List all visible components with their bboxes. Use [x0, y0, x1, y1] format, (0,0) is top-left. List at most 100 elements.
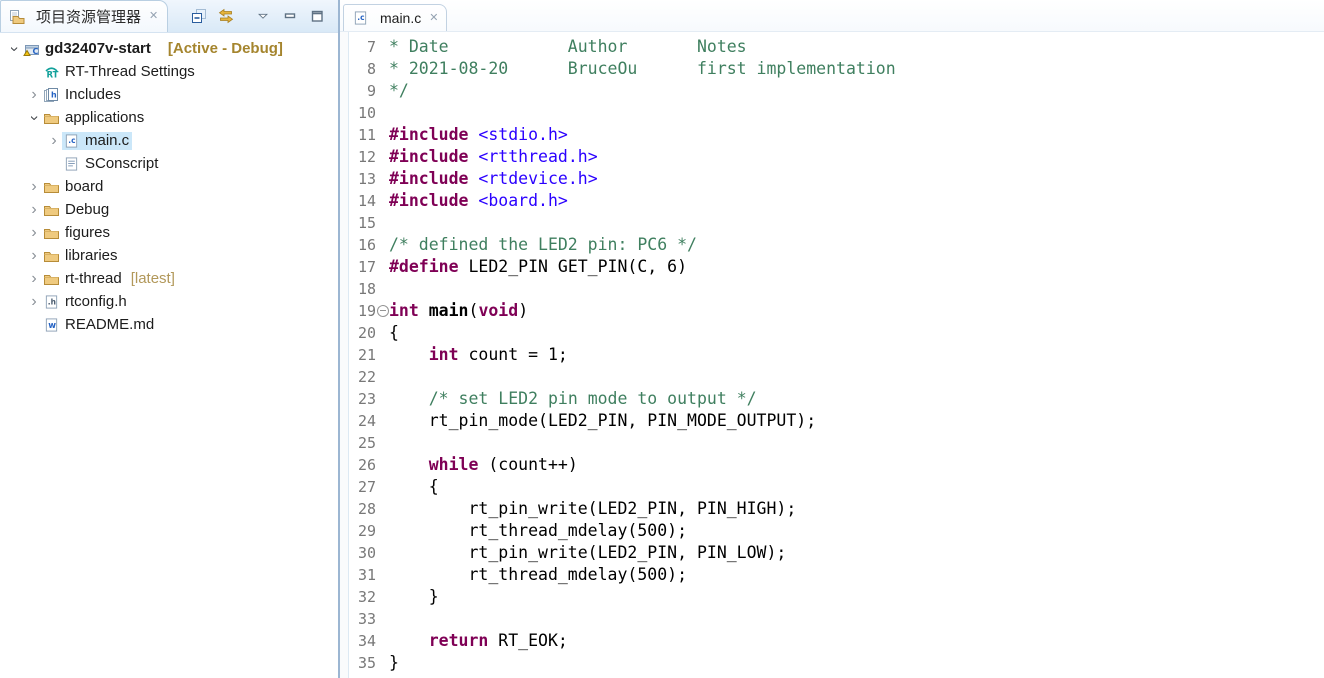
chevron-collapsed-icon[interactable]: ›	[26, 248, 42, 264]
code-text[interactable]: rt_thread_mdelay(500);	[389, 564, 687, 586]
code-line-9[interactable]: 9*/	[340, 80, 1324, 102]
view-menu-button[interactable]	[254, 7, 272, 25]
chevron-collapsed-icon[interactable]: ›	[26, 179, 42, 195]
tab-project-explorer[interactable]: 项目资源管理器 ✕	[0, 0, 168, 32]
code-line-21[interactable]: 21 int count = 1;	[340, 344, 1324, 366]
code-text[interactable]: rt_pin_mode(LED2_PIN, PIN_MODE_OUTPUT);	[389, 410, 816, 432]
chevron-collapsed-icon[interactable]: ›	[26, 271, 42, 287]
folder-icon	[43, 202, 60, 218]
close-icon[interactable]: ✕	[149, 11, 158, 22]
folder-icon	[43, 110, 60, 126]
code-text[interactable]: */	[389, 80, 409, 102]
code-line-31[interactable]: 31 rt_thread_mdelay(500);	[340, 564, 1324, 586]
code-text[interactable]: rt_thread_mdelay(500);	[389, 520, 687, 542]
code-line-33[interactable]: 33	[340, 608, 1324, 630]
chevron-expanded-icon[interactable]: ›	[6, 41, 22, 57]
tree-item-label: rtconfig.h	[65, 294, 127, 309]
code-text[interactable]: int main(void)	[389, 300, 528, 322]
tree-item-label: libraries	[65, 248, 118, 263]
code-text[interactable]: rt_pin_write(LED2_PIN, PIN_HIGH);	[389, 498, 796, 520]
chevron-collapsed-icon[interactable]: ›	[26, 87, 42, 103]
link-with-editor-button[interactable]	[217, 7, 235, 25]
svg-text:.h: .h	[48, 297, 56, 306]
code-line-28[interactable]: 28 rt_pin_write(LED2_PIN, PIN_HIGH);	[340, 498, 1324, 520]
code-line-32[interactable]: 32 }	[340, 586, 1324, 608]
code-line-23[interactable]: 23 /* set LED2 pin mode to output */	[340, 388, 1324, 410]
code-editor[interactable]: 7* Date Author Notes8* 2021-08-20 BruceO…	[340, 32, 1324, 678]
tree-item-core: Debug	[42, 201, 112, 219]
minimize-button[interactable]	[281, 7, 299, 25]
tree-item-gd32407v-start[interactable]: ›Cgd32407v-start[Active - Debug]	[0, 37, 338, 60]
tab-main-c[interactable]: .c main.c ✕	[343, 4, 447, 31]
code-text[interactable]: return RT_EOK;	[389, 630, 568, 652]
tree-item-sconscript[interactable]: ›SConscript	[0, 152, 338, 175]
code-line-27[interactable]: 27 {	[340, 476, 1324, 498]
code-line-8[interactable]: 8* 2021-08-20 BruceOu first implementati…	[340, 58, 1324, 80]
chevron-collapsed-icon[interactable]: ›	[26, 225, 42, 241]
code-text[interactable]: int count = 1;	[389, 344, 568, 366]
code-text[interactable]: * 2021-08-20 BruceOu first implementatio…	[389, 58, 896, 80]
line-number: 11	[349, 126, 376, 144]
tree-item-libraries[interactable]: › libraries	[0, 244, 338, 267]
tree-item-includes[interactable]: ›hIncludes	[0, 83, 338, 106]
line-number: 27	[349, 478, 376, 496]
code-text[interactable]: #define LED2_PIN GET_PIN(C, 6)	[389, 256, 687, 278]
tree-item-board[interactable]: ›board	[0, 175, 338, 198]
tree-item-applications[interactable]: ›applications	[0, 106, 338, 129]
code-line-13[interactable]: 13#include <rtdevice.h>	[340, 168, 1324, 190]
code-line-22[interactable]: 22	[340, 366, 1324, 388]
code-text[interactable]: #include <rtthread.h>	[389, 146, 598, 168]
code-line-25[interactable]: 25	[340, 432, 1324, 454]
tree-item-rtconfig-h[interactable]: › .h rtconfig.h	[0, 290, 338, 313]
line-number: 21	[349, 346, 376, 364]
code-line-7[interactable]: 7* Date Author Notes	[340, 36, 1324, 58]
code-line-35[interactable]: 35}	[340, 652, 1324, 674]
code-line-16[interactable]: 16/* defined the LED2 pin: PC6 */	[340, 234, 1324, 256]
code-line-29[interactable]: 29 rt_thread_mdelay(500);	[340, 520, 1324, 542]
chevron-expanded-icon[interactable]: ›	[26, 110, 42, 126]
chevron-collapsed-icon[interactable]: ›	[26, 202, 42, 218]
fold-column	[376, 305, 389, 317]
code-text[interactable]: rt_pin_write(LED2_PIN, PIN_LOW);	[389, 542, 786, 564]
code-text[interactable]: /* set LED2 pin mode to output */	[389, 388, 757, 410]
code-text[interactable]: while (count++)	[389, 454, 578, 476]
code-text[interactable]: {	[389, 322, 399, 344]
code-line-10[interactable]: 10	[340, 102, 1324, 124]
tree-item-debug[interactable]: ›Debug	[0, 198, 338, 221]
collapse-all-button[interactable]	[190, 7, 208, 25]
project-explorer-tab-label: 项目资源管理器	[36, 6, 141, 27]
maximize-button[interactable]	[308, 7, 326, 25]
code-text[interactable]: /* defined the LED2 pin: PC6 */	[389, 234, 697, 256]
tree-item-figures[interactable]: ›figures	[0, 221, 338, 244]
code-line-18[interactable]: 18	[340, 278, 1324, 300]
code-line-15[interactable]: 15	[340, 212, 1324, 234]
code-line-14[interactable]: 14#include <board.h>	[340, 190, 1324, 212]
fold-collapse-icon[interactable]	[377, 305, 389, 317]
tree-item-rt-thread[interactable]: ›rt-thread[latest]	[0, 267, 338, 290]
code-text[interactable]: {	[389, 476, 439, 498]
code-line-11[interactable]: 11 #include <stdio.h>	[340, 124, 1324, 146]
code-text[interactable]: }	[389, 586, 439, 608]
code-text[interactable]: #include <rtdevice.h>	[389, 168, 598, 190]
ide-window: 项目资源管理器 ✕	[0, 0, 1324, 678]
tree-item-rt-thread-settings[interactable]: ›RTRT-Thread Settings	[0, 60, 338, 83]
folder-icon	[43, 179, 60, 195]
code-line-30[interactable]: 30 rt_pin_write(LED2_PIN, PIN_LOW);	[340, 542, 1324, 564]
code-line-24[interactable]: 24 rt_pin_mode(LED2_PIN, PIN_MODE_OUTPUT…	[340, 410, 1324, 432]
code-text[interactable]: #include <board.h>	[389, 190, 568, 212]
code-line-12[interactable]: 12#include <rtthread.h>	[340, 146, 1324, 168]
code-line-20[interactable]: 20{	[340, 322, 1324, 344]
code-text[interactable]: #include <stdio.h>	[389, 124, 568, 146]
chevron-collapsed-icon[interactable]: ›	[46, 133, 62, 149]
tree-item-core: hIncludes	[42, 86, 124, 104]
code-line-17[interactable]: 17#define LED2_PIN GET_PIN(C, 6)	[340, 256, 1324, 278]
code-line-34[interactable]: 34 return RT_EOK;	[340, 630, 1324, 652]
code-line-26[interactable]: 26 while (count++)	[340, 454, 1324, 476]
tree-item-readme-md[interactable]: ›wREADME.md	[0, 313, 338, 336]
chevron-collapsed-icon[interactable]: ›	[26, 294, 42, 310]
tree-item-main-c[interactable]: ›.cmain.c	[0, 129, 338, 152]
code-line-19[interactable]: 19int main(void)	[340, 300, 1324, 322]
close-icon[interactable]: ✕	[429, 13, 438, 24]
code-text[interactable]: * Date Author Notes	[389, 36, 747, 58]
code-text[interactable]: }	[389, 652, 399, 674]
